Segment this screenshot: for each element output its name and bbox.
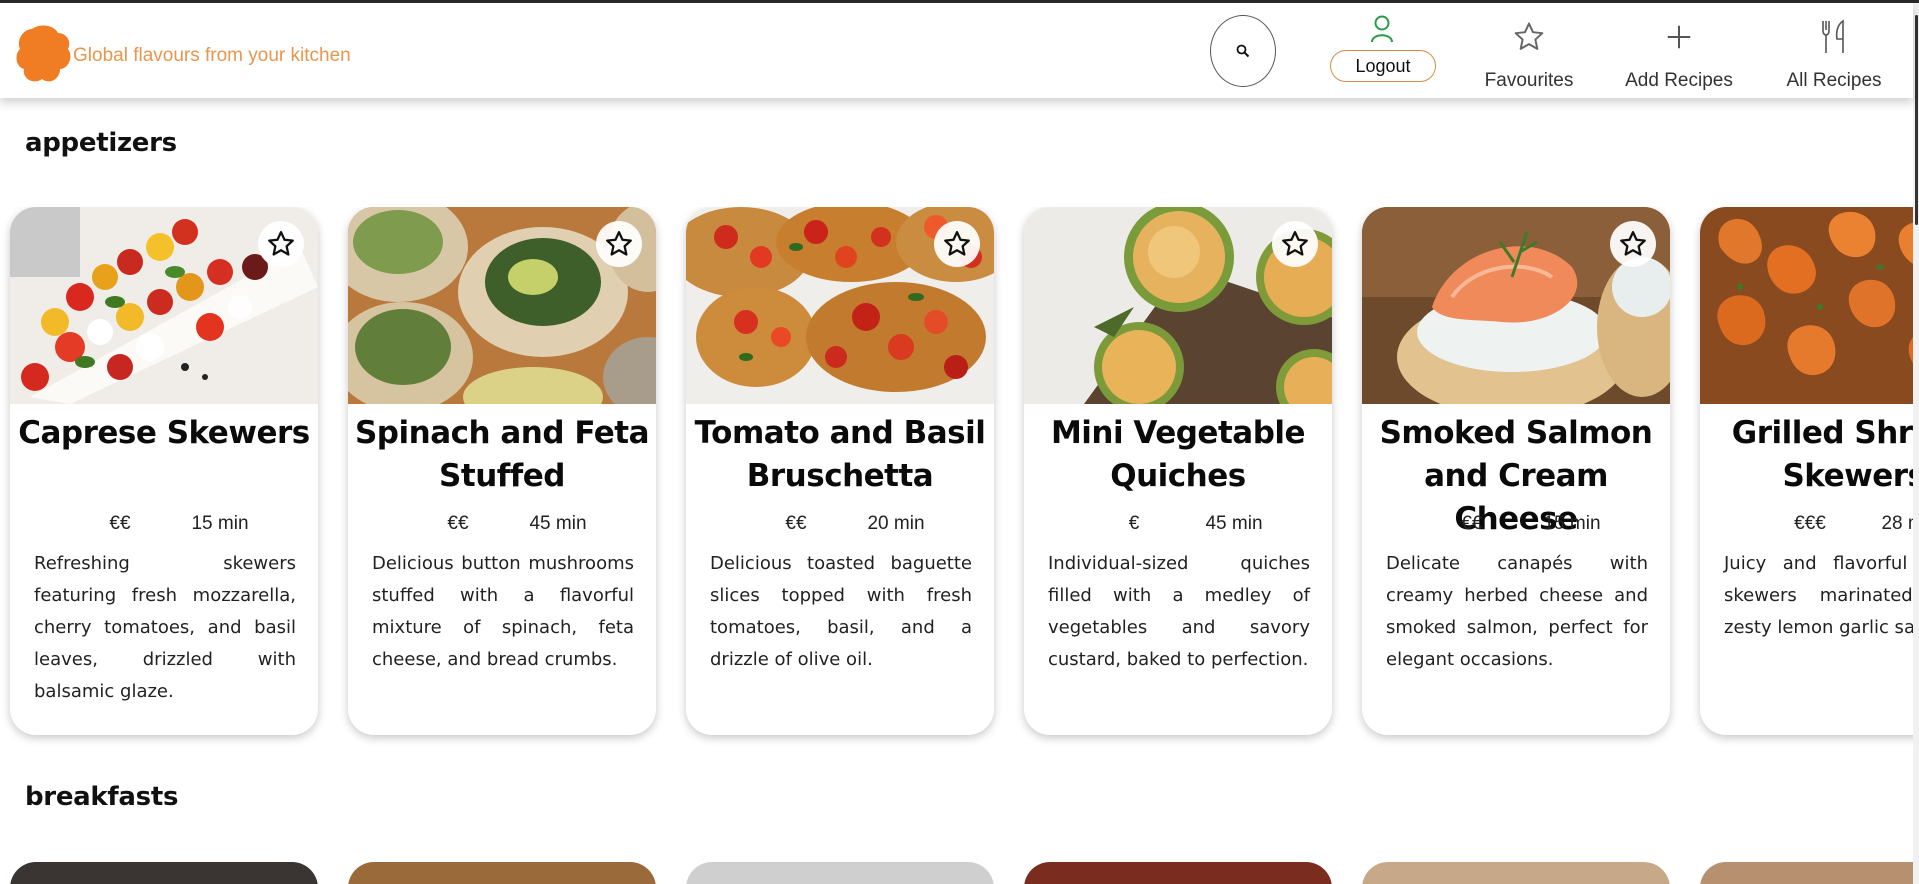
recipe-card[interactable]: Spinach and Feta Stuffed €€ 45 min Delic… — [348, 207, 656, 735]
recipe-card[interactable]: Tomato and Basil Bruschetta €€ 20 min De… — [686, 207, 994, 735]
recipe-time: 15 min — [1543, 513, 1601, 534]
recipe-meta: €€ 15 min — [10, 513, 318, 541]
recipe-time: 45 min — [1205, 513, 1263, 534]
recipe-card[interactable]: Caprese Skewers €€ 15 min Refreshing ske… — [10, 207, 318, 735]
recipe-description: Delicious toasted baguette slices topped… — [710, 553, 972, 670]
recipe-title[interactable]: Spinach and Feta Stuffed — [352, 412, 652, 498]
section-title-appetizers: appetizers — [25, 128, 177, 158]
recipe-meta: €€ 15 min — [1362, 513, 1670, 541]
recipe-card[interactable] — [348, 862, 656, 884]
recipe-title[interactable]: Caprese Skewers — [14, 412, 314, 455]
recipe-card[interactable]: Smoked Salmon and Cream Cheese €€ 15 min… — [1362, 207, 1670, 735]
recipe-meta: €€ 45 min — [348, 513, 656, 541]
recipe-card[interactable] — [1362, 862, 1670, 884]
nav-add-recipes-label: Add Recipes — [1625, 70, 1733, 91]
recipe-time: 20 min — [867, 513, 925, 534]
recipe-description: Delicious button mushrooms stuffed with … — [372, 553, 634, 670]
recipe-time: 15 min — [191, 513, 249, 534]
recipe-card[interactable]: Mini Vegetable Quiches € 45 min Individu… — [1024, 207, 1332, 735]
user-icon — [1371, 15, 1393, 43]
recipe-card[interactable]: Grilled Shrimp Skewers €€€ 28 min Juicy … — [1700, 207, 1913, 735]
page-scrollbar[interactable] — [1913, 3, 1919, 884]
recipe-description: Refreshing skewers featuring fresh mozza… — [34, 553, 296, 702]
recipe-description: Individual-sized quiches filled with a m… — [1048, 553, 1310, 670]
recipe-photo — [1700, 207, 1913, 404]
site-header: Global flavours from your kitchen Logout… — [0, 3, 1913, 98]
brand-logo[interactable] — [14, 23, 74, 85]
breakfasts-card-row — [0, 862, 1913, 884]
recipe-time: 45 min — [529, 513, 587, 534]
star-outline-icon — [944, 231, 970, 256]
recipe-meta: € 45 min — [1024, 513, 1332, 541]
recipe-meta: €€ 20 min — [686, 513, 994, 541]
plus-icon — [1667, 25, 1691, 49]
recipe-description: Delicate canapés with creamy herbed chee… — [1386, 553, 1648, 670]
favourite-button[interactable] — [934, 221, 980, 267]
recipe-title[interactable]: Mini Vegetable Quiches — [1028, 412, 1328, 498]
favourite-button[interactable] — [596, 221, 642, 267]
nav-favourites-label: Favourites — [1484, 70, 1574, 91]
scrollbar-thumb[interactable] — [1915, 15, 1918, 225]
favourite-button[interactable] — [258, 221, 304, 267]
recipe-card[interactable] — [686, 862, 994, 884]
nav-favourites[interactable]: Favourites — [1478, 13, 1580, 92]
favourite-button[interactable] — [1272, 221, 1318, 267]
recipe-card[interactable] — [1700, 862, 1913, 884]
nav-all-recipes-label: All Recipes — [1786, 70, 1882, 91]
recipe-card[interactable] — [10, 862, 318, 884]
nav-all-recipes[interactable]: All Recipes — [1780, 13, 1888, 92]
star-outline-icon — [1514, 22, 1544, 50]
search-button[interactable] — [1210, 15, 1276, 87]
search-icon — [1236, 44, 1250, 58]
fork-knife-icon — [1822, 19, 1844, 53]
star-outline-icon — [606, 231, 632, 256]
recipe-meta: €€€ 28 min — [1700, 513, 1913, 541]
star-outline-icon — [268, 231, 294, 256]
favourite-button[interactable] — [1610, 221, 1656, 267]
recipe-card[interactable] — [1024, 862, 1332, 884]
recipe-description: Juicy and flavorful shrimp skewers marin… — [1724, 553, 1913, 638]
section-title-breakfasts: breakfasts — [25, 782, 179, 812]
appetizers-card-row: Caprese Skewers €€ 15 min Refreshing ske… — [0, 207, 1913, 752]
recipe-time: 28 min — [1881, 513, 1913, 534]
nav-add-recipes[interactable]: Add Recipes — [1618, 13, 1740, 92]
logout-button[interactable]: Logout — [1330, 50, 1436, 82]
recipe-title[interactable]: Tomato and Basil Bruschetta — [690, 412, 990, 498]
star-outline-icon — [1282, 231, 1308, 256]
brand-tagline: Global flavours from your kitchen — [73, 45, 351, 66]
star-outline-icon — [1620, 231, 1646, 256]
recipe-title[interactable]: Grilled Shrimp Skewers — [1704, 412, 1913, 498]
